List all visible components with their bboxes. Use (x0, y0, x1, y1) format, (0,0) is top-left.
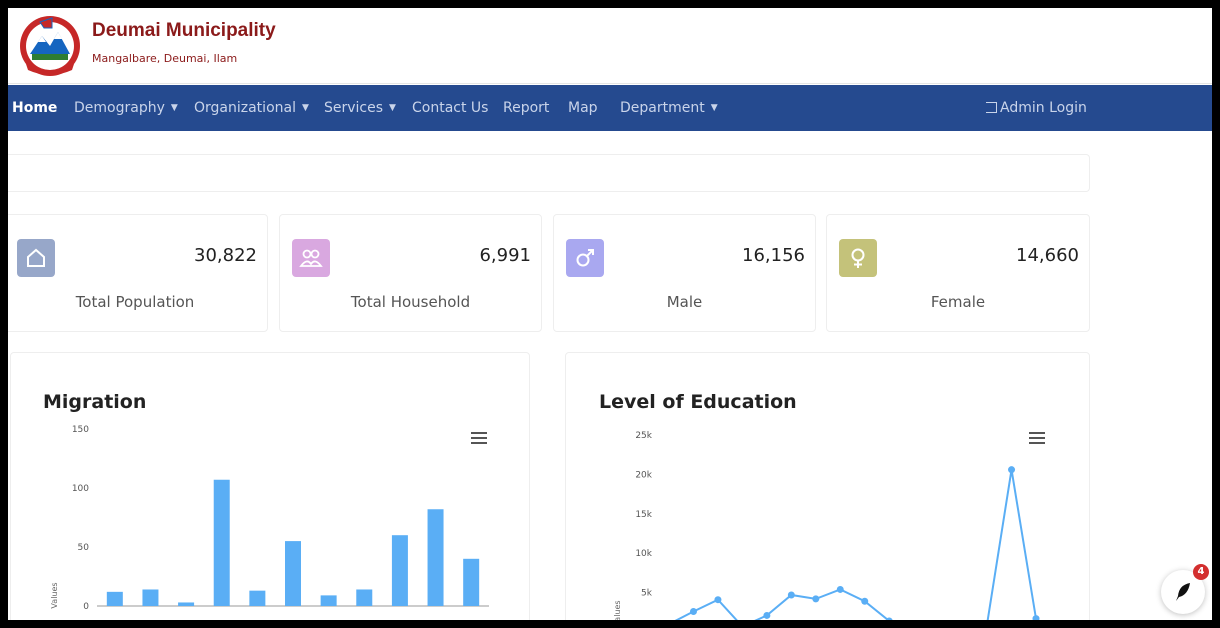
nav-services-label: Services (324, 100, 384, 116)
migration-chart-panel: Migration 0 50 100 150 Values (10, 352, 530, 620)
bar (320, 595, 337, 606)
site-header: Deumai Municipality Mangalbare, Deumai, … (8, 8, 1212, 84)
bar (106, 591, 123, 606)
nav-admin-login[interactable]: Admin Login (986, 85, 1087, 131)
quill-icon (1176, 583, 1190, 601)
main-navbar: Home Demography ▼ Organizational ▼ Service… (8, 85, 1212, 131)
data-point (836, 585, 844, 593)
nav-department-label: Department (620, 100, 705, 116)
stat-value: 16,156 (742, 245, 805, 266)
data-point (763, 611, 771, 619)
nav-department[interactable]: Department ▼ (620, 85, 718, 131)
caret-down-icon: ▼ (170, 103, 178, 113)
bar (285, 541, 301, 606)
y-tick-label: 15k (635, 510, 652, 520)
notice-strip (8, 154, 1090, 192)
bar (391, 535, 408, 606)
data-point (787, 591, 795, 599)
stat-label: Total Household (350, 293, 471, 311)
nav-map-label: Map (568, 100, 598, 116)
data-point (1032, 615, 1040, 620)
caret-down-icon: ▼ (710, 103, 718, 113)
home-icon (17, 239, 55, 277)
y-tick-label: 10k (635, 549, 652, 559)
data-point (689, 608, 697, 616)
bar (213, 479, 230, 606)
caret-down-icon: ▼ (301, 103, 309, 113)
stat-value: 6,991 (479, 245, 531, 266)
data-point (714, 596, 722, 604)
stat-value: 30,822 (194, 245, 257, 266)
y-tick-label: 5k (641, 589, 653, 599)
nav-organizational[interactable]: Organizational ▼ (194, 85, 309, 131)
notification-badge: 4 (1193, 564, 1209, 580)
floating-feedback-button[interactable]: 4 (1161, 564, 1209, 614)
male-icon (566, 239, 604, 277)
bar (356, 589, 373, 606)
bar (427, 509, 444, 606)
brand-subtitle: Mangalbare, Deumai, Ilam (92, 52, 238, 65)
stat-card-total-household: 6,991 Total Household (279, 214, 542, 332)
education-chart: 05k10k15k20k25kValues (613, 431, 1040, 620)
nav-home[interactable]: Home (12, 85, 57, 131)
nav-home-label: Home (12, 100, 58, 116)
nav-admin-login-label: Admin Login (1000, 100, 1087, 116)
nav-demography[interactable]: Demography ▼ (74, 85, 178, 131)
nav-services[interactable]: Services ▼ (324, 85, 396, 131)
stat-label: Male (666, 293, 703, 311)
female-icon (839, 239, 877, 277)
nav-organizational-label: Organizational (194, 100, 296, 116)
y-tick-label: 150 (72, 425, 89, 435)
nav-map[interactable]: Map (568, 85, 598, 131)
nav-report[interactable]: Report (503, 85, 549, 131)
login-icon (986, 102, 997, 113)
y-tick-label: 100 (72, 484, 89, 494)
y-tick-label: 50 (78, 543, 90, 553)
stat-label: Female (930, 293, 986, 311)
caret-down-icon: ▼ (389, 103, 396, 113)
nav-contact-us[interactable]: Contact Us (412, 85, 488, 131)
y-tick-label: 25k (635, 431, 652, 441)
bar (178, 602, 195, 606)
stat-card-male: 16,156 Male (553, 214, 816, 332)
y-tick-label: 20k (635, 470, 652, 480)
series-line (674, 469, 1037, 620)
nav-demography-label: Demography (74, 100, 165, 116)
stat-label: Total Population (75, 293, 195, 311)
data-point (812, 595, 820, 603)
municipality-emblem-icon[interactable] (18, 14, 82, 78)
bar (463, 558, 480, 606)
y-axis-label: Values (613, 600, 622, 620)
migration-chart: 0 50 100 150 Values (50, 425, 489, 612)
brand-title[interactable]: Deumai Municipality (92, 20, 276, 42)
nav-report-label: Report (503, 100, 550, 116)
bar (249, 590, 266, 606)
data-point (861, 597, 869, 605)
stat-value: 14,660 (1016, 245, 1079, 266)
y-axis-label: Values (50, 582, 59, 608)
household-icon (292, 239, 330, 277)
data-point (1008, 466, 1016, 474)
nav-contact-us-label: Contact Us (412, 100, 489, 116)
bar (142, 589, 159, 606)
stat-card-total-population: 30,822 Total Population (8, 214, 268, 332)
y-tick-label: 0 (83, 602, 89, 612)
stat-card-female: 14,660 Female (826, 214, 1090, 332)
page-frame: Deumai Municipality Mangalbare, Deumai, … (8, 8, 1212, 620)
education-chart-panel: Level of Education 05k10k15k20k25kValues (565, 352, 1090, 620)
